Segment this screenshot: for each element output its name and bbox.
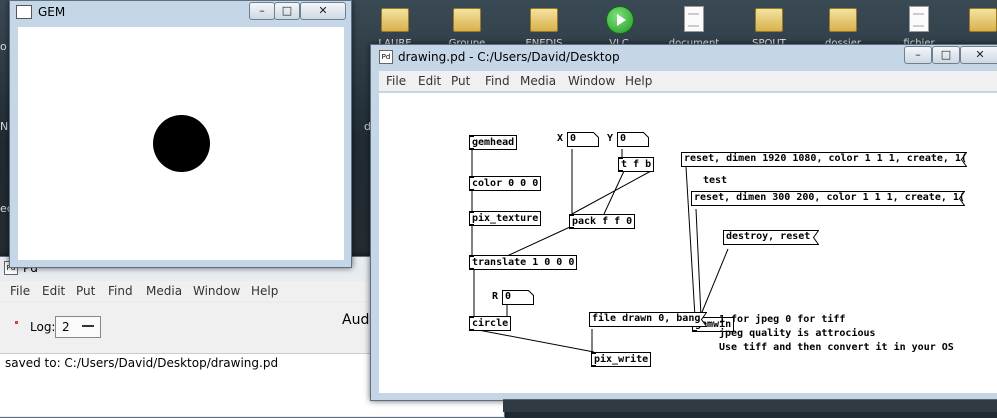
- gem-titlebar[interactable]: GEM – □ ✕: [10, 1, 351, 23]
- pd-menu-help[interactable]: Help: [251, 284, 278, 298]
- trigger-object[interactable]: t f b: [618, 157, 655, 172]
- desktop-folder-laure-icon[interactable]: [378, 4, 412, 34]
- console-line: saved to: C:/Users/David/Desktop/drawing…: [5, 356, 279, 370]
- x-atom-label: X: [557, 133, 564, 144]
- y-atom-label: Y: [607, 133, 614, 144]
- reset-small-message[interactable]: reset, dimen 300 200, color 1 1 1, creat…: [691, 191, 965, 206]
- pix-write-object[interactable]: pix_write: [591, 352, 652, 367]
- patch-menu-media[interactable]: Media: [520, 74, 556, 88]
- patch-menu-find[interactable]: Find: [485, 74, 510, 88]
- x-atom-value: 0: [570, 133, 577, 144]
- patch-minimize-button[interactable]: –: [904, 46, 932, 64]
- patch-menu-edit[interactable]: Edit: [418, 74, 441, 88]
- rendered-circle: [153, 115, 210, 172]
- test-comment: test: [703, 175, 728, 186]
- y-number-atom[interactable]: Y 0: [607, 132, 663, 148]
- gem-maximize-button[interactable]: □: [274, 2, 300, 20]
- translate-object[interactable]: translate 1 0 0 0: [469, 255, 578, 270]
- pd-menu-file[interactable]: File: [10, 284, 30, 298]
- r-atom-value: 0: [505, 291, 512, 302]
- desktop-document-icon[interactable]: [677, 4, 711, 34]
- patch-app-icon: Pd: [379, 50, 393, 64]
- gem-window-title: GEM: [38, 5, 66, 19]
- patch-window: Pd drawing.pd - C:/Users/David/Desktop –…: [370, 44, 997, 401]
- patch-menu-put[interactable]: Put: [451, 74, 470, 88]
- pd-menu-media[interactable]: Media: [146, 284, 182, 298]
- desktop-folder-spout-icon[interactable]: [752, 4, 786, 34]
- audio-label: Audi: [342, 312, 374, 328]
- message-text: file drawn 0, bang: [592, 313, 701, 324]
- pack-object[interactable]: pack f f 0: [569, 214, 636, 229]
- reset-fullhd-message[interactable]: reset, dimen 1920 1080, color 1 1 1, cre…: [681, 152, 967, 167]
- convert-comment: Use tiff and then convert it in your OS: [719, 342, 954, 353]
- file-drawn-message[interactable]: file drawn 0, bang: [589, 312, 707, 327]
- patch-menu-window[interactable]: Window: [568, 74, 615, 88]
- patch-menu-help[interactable]: Help: [625, 74, 652, 88]
- desktop-folder-icon[interactable]: [826, 4, 860, 34]
- desktop-file-icon[interactable]: [902, 4, 936, 34]
- patch-menubar: File Edit Put Find Media Window Help: [379, 71, 997, 91]
- r-number-atom[interactable]: R 0: [492, 290, 548, 306]
- format-comment: 1 for jpeg 0 for tiff: [719, 314, 846, 325]
- desktop-folder-enedis-icon[interactable]: [527, 4, 561, 34]
- log-label: Log:: [30, 320, 56, 334]
- gem-render-canvas[interactable]: [18, 27, 344, 260]
- color-object[interactable]: color 0 0 0: [469, 176, 542, 191]
- log-level-select[interactable]: 2: [55, 316, 101, 338]
- gem-window: GEM – □ ✕: [9, 0, 352, 268]
- message-text: destroy, reset: [726, 231, 811, 242]
- message-text: reset, dimen 1920 1080, color 1 1 1, cre…: [684, 153, 967, 164]
- r-atom-label: R: [492, 291, 499, 302]
- patch-close-button[interactable]: ✕: [960, 46, 997, 64]
- dsp-indicator-icon: [15, 321, 18, 324]
- pd-menu-window[interactable]: Window: [193, 284, 240, 298]
- pd-menu-put[interactable]: Put: [76, 284, 95, 298]
- gem-app-icon: [16, 5, 32, 19]
- message-text: reset, dimen 300 200, color 1 1 1, creat…: [694, 192, 965, 203]
- background-window-edge: [503, 399, 997, 412]
- y-atom-value: 0: [620, 133, 627, 144]
- circle-object[interactable]: circle: [469, 316, 512, 331]
- gem-close-button[interactable]: ✕: [300, 2, 346, 20]
- x-number-atom[interactable]: X 0: [557, 132, 613, 148]
- pix-texture-object[interactable]: pix_texture: [469, 211, 542, 226]
- patch-maximize-button[interactable]: □: [932, 46, 960, 64]
- pd-menu-edit[interactable]: Edit: [42, 284, 65, 298]
- desktop-folder-pd-icon[interactable]: [966, 4, 997, 34]
- gemhead-object[interactable]: gemhead: [469, 135, 518, 150]
- gem-minimize-button[interactable]: –: [249, 2, 275, 20]
- quality-comment: jpeg quality is attrocious: [719, 328, 876, 339]
- log-level-value: 2: [62, 320, 70, 334]
- patch-menu-file[interactable]: File: [386, 74, 406, 88]
- desktop-vlc-play-icon[interactable]: [602, 4, 636, 34]
- patch-window-title: drawing.pd - C:/Users/David/Desktop: [398, 50, 620, 64]
- patch-canvas[interactable]: gemhead color 0 0 0 pix_texture translat…: [379, 93, 997, 393]
- pd-menu-find[interactable]: Find: [108, 284, 133, 298]
- desktop-fragment: o: [0, 40, 7, 53]
- desktop-folder-groupe-icon[interactable]: [450, 4, 484, 34]
- dropdown-icon: [82, 325, 94, 327]
- patch-titlebar[interactable]: Pd drawing.pd - C:/Users/David/Desktop –…: [371, 45, 997, 67]
- destroy-message[interactable]: destroy, reset: [723, 230, 819, 245]
